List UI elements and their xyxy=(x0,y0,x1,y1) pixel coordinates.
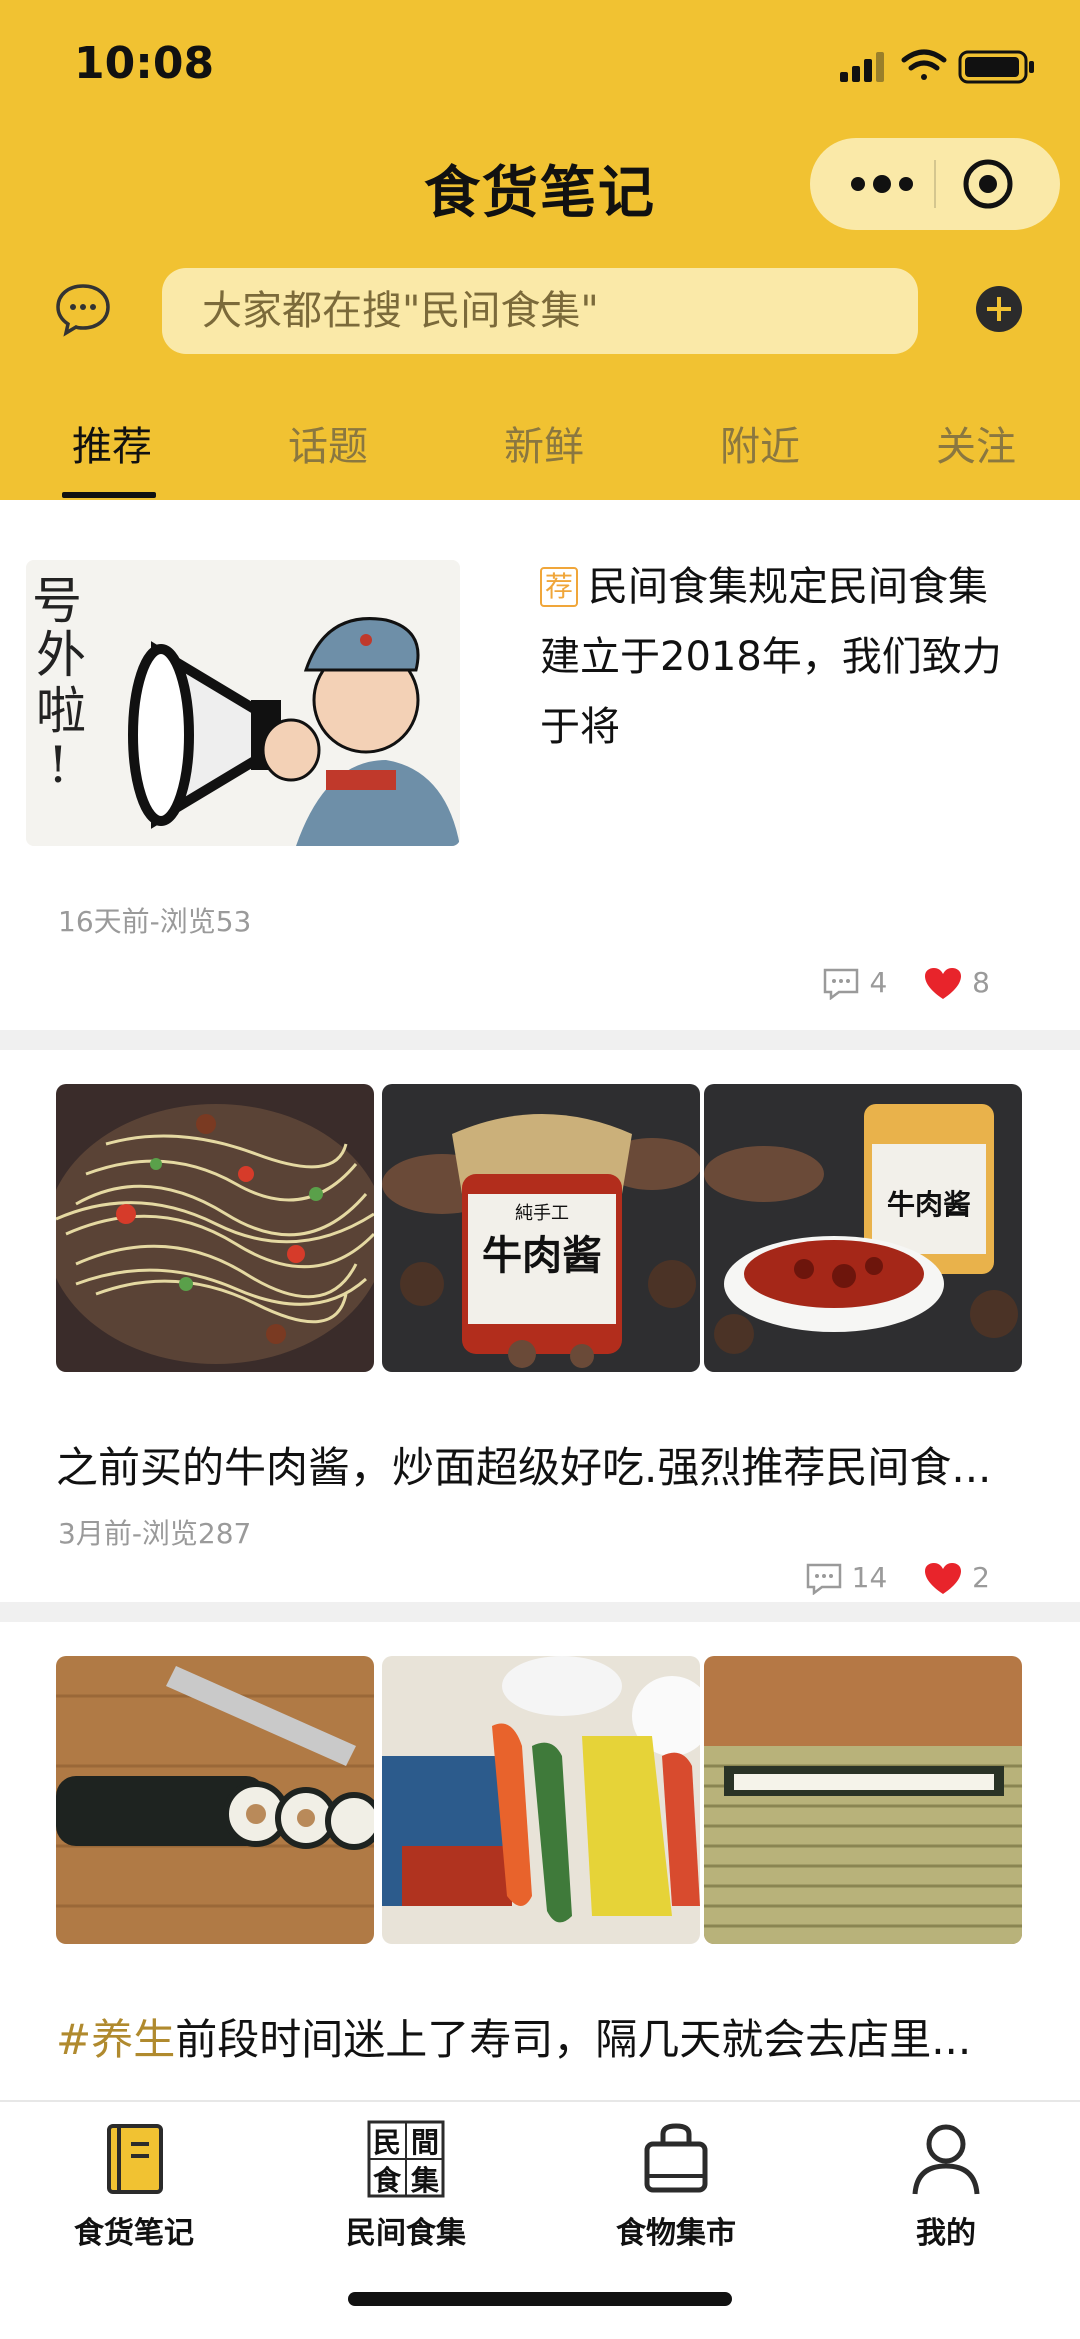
status-time: 10:08 xyxy=(74,38,215,89)
post-image-jar[interactable]: 牛肉酱 純手工 xyxy=(382,1084,700,1372)
post-image-sauce-bowl[interactable]: 牛肉酱 xyxy=(704,1084,1022,1372)
post-image-sushi-mat[interactable] xyxy=(704,1656,1022,1944)
battery-icon xyxy=(958,50,1034,84)
like-count: 8 xyxy=(972,965,990,999)
more-icon[interactable] xyxy=(846,166,936,202)
post-image-noodles[interactable] xyxy=(56,1084,374,1372)
post-image[interactable]: 号 外 啦 ! xyxy=(26,560,460,846)
svg-text:間: 間 xyxy=(411,2126,439,2159)
post-stats: 4 8 xyxy=(823,965,990,1005)
svg-text:食: 食 xyxy=(373,2164,402,2197)
post-image-sushi-knife[interactable] xyxy=(56,1656,374,1944)
message-icon[interactable] xyxy=(54,280,112,338)
nav-label: 我的 xyxy=(916,2216,976,2251)
feed-card[interactable]: #养生前段时间迷上了寿司，隔几天就会去店里... xyxy=(0,1622,1080,2100)
capsule-divider xyxy=(934,160,936,208)
comment-stat[interactable]: 4 xyxy=(823,966,888,1001)
jar-label-text: 牛肉酱 xyxy=(482,1233,602,1279)
svg-text:!: ! xyxy=(48,736,68,794)
nav-label: 食物集市 xyxy=(616,2216,736,2251)
comment-count: 14 xyxy=(851,1561,888,1594)
svg-text:集: 集 xyxy=(410,2164,439,2197)
logo-icon: 民 間 食 集 xyxy=(367,2120,445,2198)
svg-text:外: 外 xyxy=(36,626,86,684)
card-separator xyxy=(0,1030,1080,1050)
megaphone-illustration: 号 外 啦 ! xyxy=(26,560,460,846)
title-bar: 食货笔记 xyxy=(0,130,1080,240)
tab-nearby[interactable]: 附近 xyxy=(690,414,830,472)
svg-text:啦: 啦 xyxy=(36,682,86,740)
tab-topics[interactable]: 话题 xyxy=(258,414,398,472)
post-caption-text: 前段时间迷上了寿司，隔几天就会去店里... xyxy=(175,2015,972,2064)
header: 10:08 食货笔记 大家都在搜"民间食集" 推荐 话题 新鲜 附近 关注 xyxy=(0,0,1080,500)
image-text-line: 号 xyxy=(32,572,82,630)
nav-label: 食货笔记 xyxy=(74,2216,194,2251)
post-text-content: 民间食集规定民间食集建立于2018年，我们致力于将 xyxy=(540,564,1002,750)
post-hashtag[interactable]: #养生 xyxy=(56,2015,175,2064)
post-meta: 16天前-浏览53 xyxy=(58,905,252,938)
comment-icon xyxy=(824,968,859,1001)
notebook-icon xyxy=(107,2124,163,2194)
heart-icon xyxy=(925,1562,962,1594)
status-bar: 10:08 xyxy=(0,0,1080,130)
status-icons xyxy=(840,49,1034,84)
jar-label-text-2: 牛肉酱 xyxy=(887,1188,971,1221)
like-stat[interactable]: 8 xyxy=(924,966,990,1001)
jar-sub-text: 純手工 xyxy=(515,1203,569,1224)
feed-card[interactable]: 牛肉酱 純手工 牛肉酱 之前买的牛肉酱，炒面超级好吃.强烈推荐民间食... 3月… xyxy=(0,1050,1080,1602)
nav-item-market-brand[interactable]: 民 間 食 集 民间食集 xyxy=(316,2120,496,2252)
tab-fresh[interactable]: 新鲜 xyxy=(474,414,614,472)
nav-item-food-market[interactable]: 食物集市 xyxy=(586,2120,766,2252)
signal-icon xyxy=(840,52,884,82)
post-stats: 14 2 xyxy=(806,1560,990,1600)
like-stat[interactable]: 2 xyxy=(924,1561,990,1596)
search-input[interactable]: 大家都在搜"民间食集" xyxy=(162,268,918,354)
nav-item-notes[interactable]: 食货笔记 xyxy=(44,2120,224,2252)
home-indicator xyxy=(348,2292,732,2306)
post-image-ingredients[interactable] xyxy=(382,1656,700,1944)
feed-card[interactable]: 号 外 啦 ! 荐民间食集规定民间食集建立于2018年，我们致力于将 16天前-… xyxy=(0,500,1080,1030)
add-icon[interactable] xyxy=(974,284,1024,334)
svg-text:民: 民 xyxy=(373,2126,401,2159)
post-caption[interactable]: #养生前段时间迷上了寿司，隔几天就会去店里... xyxy=(56,2006,1036,2067)
post-text[interactable]: 荐民间食集规定民间食集建立于2018年，我们致力于将 xyxy=(540,552,1010,762)
search-row: 大家都在搜"民间食集" xyxy=(0,268,1080,358)
nav-item-profile[interactable]: 我的 xyxy=(856,2120,1036,2252)
person-icon xyxy=(912,2124,980,2195)
post-meta: 3月前-浏览287 xyxy=(58,1517,252,1550)
tab-active-indicator xyxy=(62,492,156,498)
wifi-icon xyxy=(901,49,947,80)
card-separator xyxy=(0,1602,1080,1622)
bag-icon xyxy=(644,2123,708,2193)
comment-icon xyxy=(806,1563,841,1596)
tab-bar: 推荐 话题 新鲜 附近 关注 xyxy=(0,400,1080,500)
recommend-tag: 荐 xyxy=(540,567,578,607)
post-caption[interactable]: 之前买的牛肉酱，炒面超级好吃.强烈推荐民间食... xyxy=(56,1434,1036,1495)
tab-recommend[interactable]: 推荐 xyxy=(42,414,182,472)
miniprogram-capsule xyxy=(810,138,1060,230)
nav-label: 民间食集 xyxy=(346,2216,466,2251)
close-target-icon[interactable] xyxy=(960,156,1016,212)
comment-stat[interactable]: 14 xyxy=(806,1561,888,1596)
heart-icon xyxy=(925,967,962,999)
like-count: 2 xyxy=(972,1560,990,1594)
comment-count: 4 xyxy=(869,966,888,999)
tab-following[interactable]: 关注 xyxy=(906,414,1046,472)
